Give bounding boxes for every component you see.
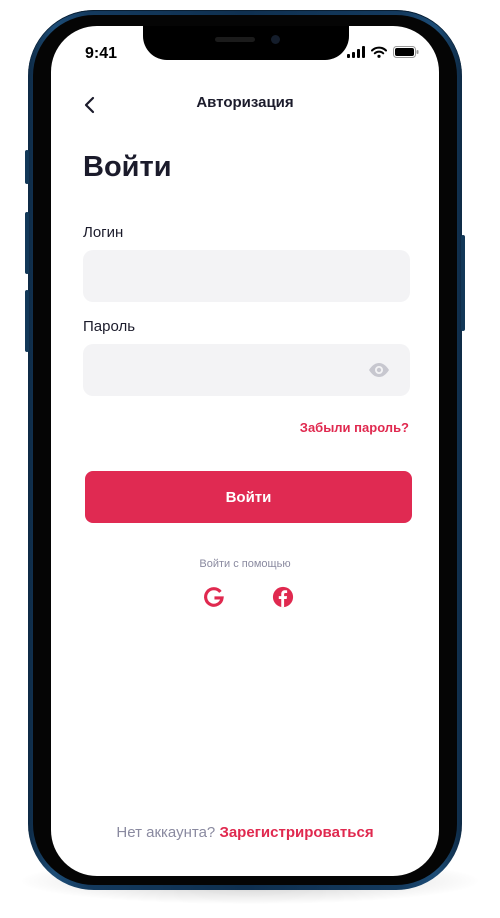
volume-down-button [25,290,29,352]
register-prompt: Нет аккаунта? Зарегистрироваться [51,824,439,841]
status-icons [347,46,419,58]
login-input[interactable] [83,250,410,302]
eye-icon[interactable] [368,361,390,379]
social-login-caption: Войти с помощью [199,558,291,570]
notch [143,26,349,60]
volume-up-button [25,212,29,274]
facebook-icon[interactable] [272,586,294,608]
nav-title: Авторизация [196,94,294,111]
cellular-signal-icon [347,46,365,58]
no-account-text: Нет аккаунта? [116,824,216,841]
battery-icon [393,46,419,58]
google-icon[interactable] [203,586,225,608]
login-label: Логин [83,224,124,241]
mute-switch [25,150,29,184]
password-input[interactable] [83,344,410,396]
status-time: 9:41 [85,45,118,62]
register-link[interactable]: Зарегистрироваться [219,824,373,841]
password-label: Пароль [83,318,136,335]
power-button [461,235,465,331]
wifi-icon [371,46,387,58]
forgot-password-link[interactable]: Забыли пароль? [300,420,409,435]
login-button[interactable]: Войти [85,471,412,523]
phone-screen: 9:41 Авторизация Войти Логин Пароль Забы… [51,26,439,876]
page-title: Войти [83,151,172,183]
